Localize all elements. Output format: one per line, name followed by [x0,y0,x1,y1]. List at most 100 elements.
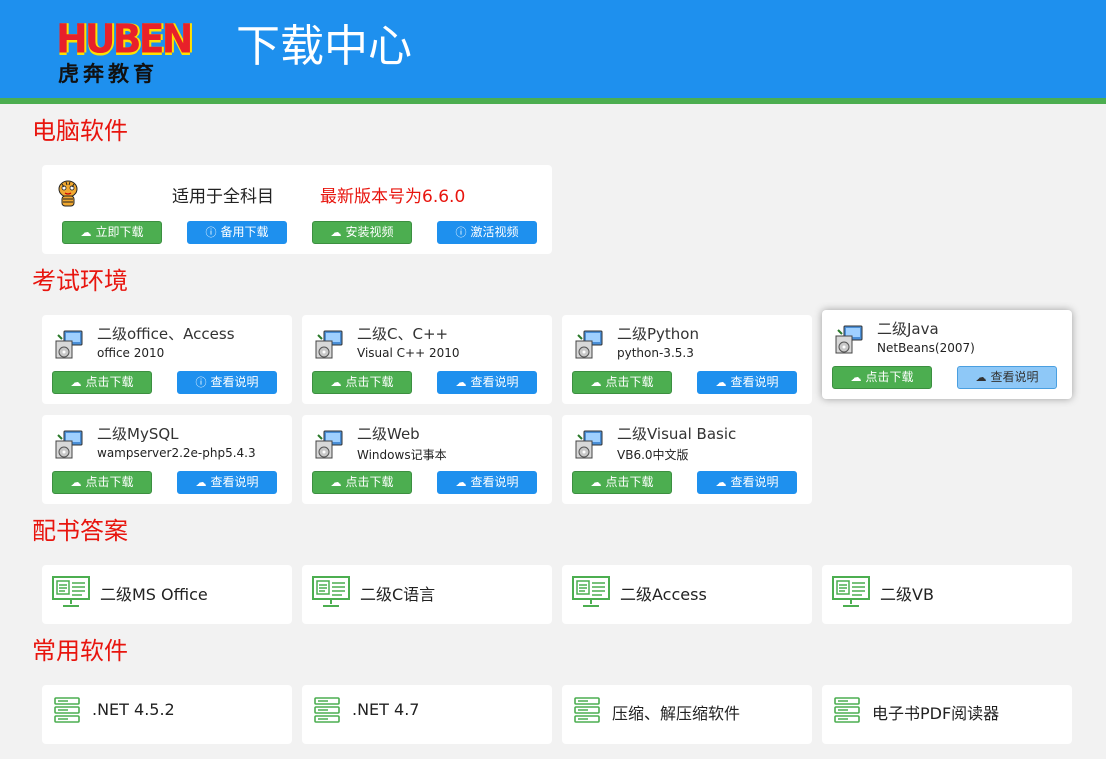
exam-card-mysql: 二级MySQL wampserver2.2e-php5.4.3 ☁ 点击下载 ☁ 查… [42,415,292,504]
logo-chinese: 虎奔教育 [58,62,158,86]
setup-installer-icon [575,330,603,359]
exam-name: 二级Java [877,320,939,338]
server-stack-icon [314,697,340,723]
exam-info-button[interactable]: ☁ 查看说明 [437,471,537,494]
exam-download-button[interactable]: ☁ 点击下载 [832,366,932,389]
common-card-pdf-reader[interactable]: 电子书PDF阅读器 [822,685,1072,744]
exam-card-java: 二级Java NetBeans(2007) ☁ 点击下载 ☁ 查看说明 [822,310,1072,399]
answer-card-access[interactable]: 二级Access [562,565,812,624]
header-stripe [0,98,1106,104]
exam-download-button[interactable]: ☁ 点击下载 [52,471,152,494]
cloud-upload-icon: ☁ [70,476,82,489]
exam-name: 二级office、Access [97,325,235,343]
exam-subtitle: Windows记事本 [357,448,447,462]
exam-info-button-hover[interactable]: ☁ 查看说明 [957,366,1057,389]
exam-subtitle: VB6.0中文版 [617,448,689,462]
cloud-upload-icon: ☁ [715,376,727,389]
answer-card-msoffice[interactable]: 二级MS Office [42,565,292,624]
exam-info-button[interactable]: ☁ 查看说明 [177,471,277,494]
exam-download-button[interactable]: ☁ 点击下载 [312,371,412,394]
exam-subtitle: Visual C++ 2010 [357,346,460,360]
common-software-label: 电子书PDF阅读器 [872,704,1000,723]
exam-name: 二级Visual Basic [617,425,737,443]
answer-card-c[interactable]: 二级C语言 [302,565,552,624]
exam-card-office: 二级office、Access office 2010 ☁ 点击下载 ⓘ 查看说明 [42,315,292,404]
logo-wordmark: HUBEN [56,15,193,63]
backup-download-button[interactable]: ⓘ 备用下载 [187,221,287,244]
software-card: 适用于全科目 最新版本号为6.6.0 ☁ 立即下载 ⓘ 备用下载 ☁ 安装视频 ⓘ 激活… [42,165,552,254]
exam-card-web: 二级Web Windows记事本 ☁ 点击下载 ☁ 查看说明 [302,415,552,504]
activation-video-button[interactable]: ⓘ 激活视频 [437,221,537,244]
cloud-upload-icon: ☁ [330,226,342,239]
exam-info-button[interactable]: ☁ 查看说明 [437,371,537,394]
answer-label: 二级Access [620,585,707,604]
exam-download-button[interactable]: ☁ 点击下载 [312,471,412,494]
header-bar: HUBEN 虎奔教育 下载中心 [0,0,1106,98]
question-circle-icon: ⓘ [195,376,207,389]
setup-installer-icon [835,325,863,354]
exam-download-button[interactable]: ☁ 点击下载 [52,371,152,394]
setup-installer-icon [315,330,343,359]
server-stack-icon [54,697,80,723]
monitor-document-icon [572,576,610,607]
software-version: 最新版本号为6.6.0 [320,187,466,207]
server-stack-icon [574,697,600,723]
server-stack-icon [834,697,860,723]
section-title-exam: 考试环境 [32,267,128,295]
exam-card-python: 二级Python python-3.5.3 ☁ 点击下载 ☁ 查看说明 [562,315,812,404]
cloud-upload-icon: ☁ [80,226,92,239]
exam-subtitle: python-3.5.3 [617,346,694,360]
cloud-upload-icon: ☁ [330,376,342,389]
cloud-upload-icon: ☁ [455,476,467,489]
software-label: 适用于全科目 [172,187,274,207]
cloud-upload-icon: ☁ [330,476,342,489]
exam-name: 二级MySQL [97,425,179,443]
setup-installer-icon [55,430,83,459]
exam-subtitle: NetBeans(2007) [877,341,975,355]
answer-label: 二级MS Office [100,585,208,604]
install-video-button[interactable]: ☁ 安装视频 [312,221,412,244]
exam-name: 二级Python [617,325,699,343]
download-now-button[interactable]: ☁ 立即下载 [62,221,162,244]
exam-info-button[interactable]: ⓘ 查看说明 [177,371,277,394]
exam-name: 二级C、C++ [357,325,449,343]
common-software-label: .NET 4.5.2 [92,700,175,719]
section-title-software: 电脑软件 [32,117,128,145]
common-software-label: 压缩、解压缩软件 [612,704,741,723]
page-title: 下载中心 [236,21,412,72]
cloud-upload-icon: ☁ [195,476,207,489]
question-circle-icon: ⓘ [455,226,467,239]
cloud-upload-icon: ☁ [850,371,862,384]
setup-installer-icon [575,430,603,459]
answer-label: 二级C语言 [360,585,436,604]
question-circle-icon: ⓘ [205,226,217,239]
common-card-net452[interactable]: .NET 4.5.2 [42,685,292,744]
cloud-upload-icon: ☁ [70,376,82,389]
monitor-document-icon [312,576,350,607]
exam-card-vb: 二级Visual Basic VB6.0中文版 ☁ 点击下载 ☁ 查看说明 [562,415,812,504]
cloud-upload-icon: ☁ [590,376,602,389]
cloud-upload-icon: ☁ [590,476,602,489]
tiger-mascot-icon [58,180,78,207]
exam-subtitle: office 2010 [97,346,165,360]
exam-subtitle: wampserver2.2e-php5.4.3 [97,446,256,460]
cloud-upload-icon: ☁ [455,376,467,389]
common-card-net47[interactable]: .NET 4.7 [302,685,552,744]
setup-installer-icon [55,330,83,359]
answer-card-vb[interactable]: 二级VB [822,565,1072,624]
exam-card-c: 二级C、C++ Visual C++ 2010 ☁ 点击下载 ☁ 查看说明 [302,315,552,404]
section-title-common: 常用软件 [32,637,128,665]
monitor-document-icon [52,576,90,607]
exam-info-button[interactable]: ☁ 查看说明 [697,471,797,494]
setup-installer-icon [315,430,343,459]
common-software-label: .NET 4.7 [352,700,420,719]
exam-download-button[interactable]: ☁ 点击下载 [572,471,672,494]
exam-download-button[interactable]: ☁ 点击下载 [572,371,672,394]
monitor-document-icon [832,576,870,607]
cloud-upload-icon: ☁ [975,371,987,384]
answer-label: 二级VB [880,585,934,604]
huben-logo[interactable]: HUBEN 虎奔教育 [56,15,193,86]
exam-info-button[interactable]: ☁ 查看说明 [697,371,797,394]
common-card-compression[interactable]: 压缩、解压缩软件 [562,685,812,744]
cloud-upload-icon: ☁ [715,476,727,489]
